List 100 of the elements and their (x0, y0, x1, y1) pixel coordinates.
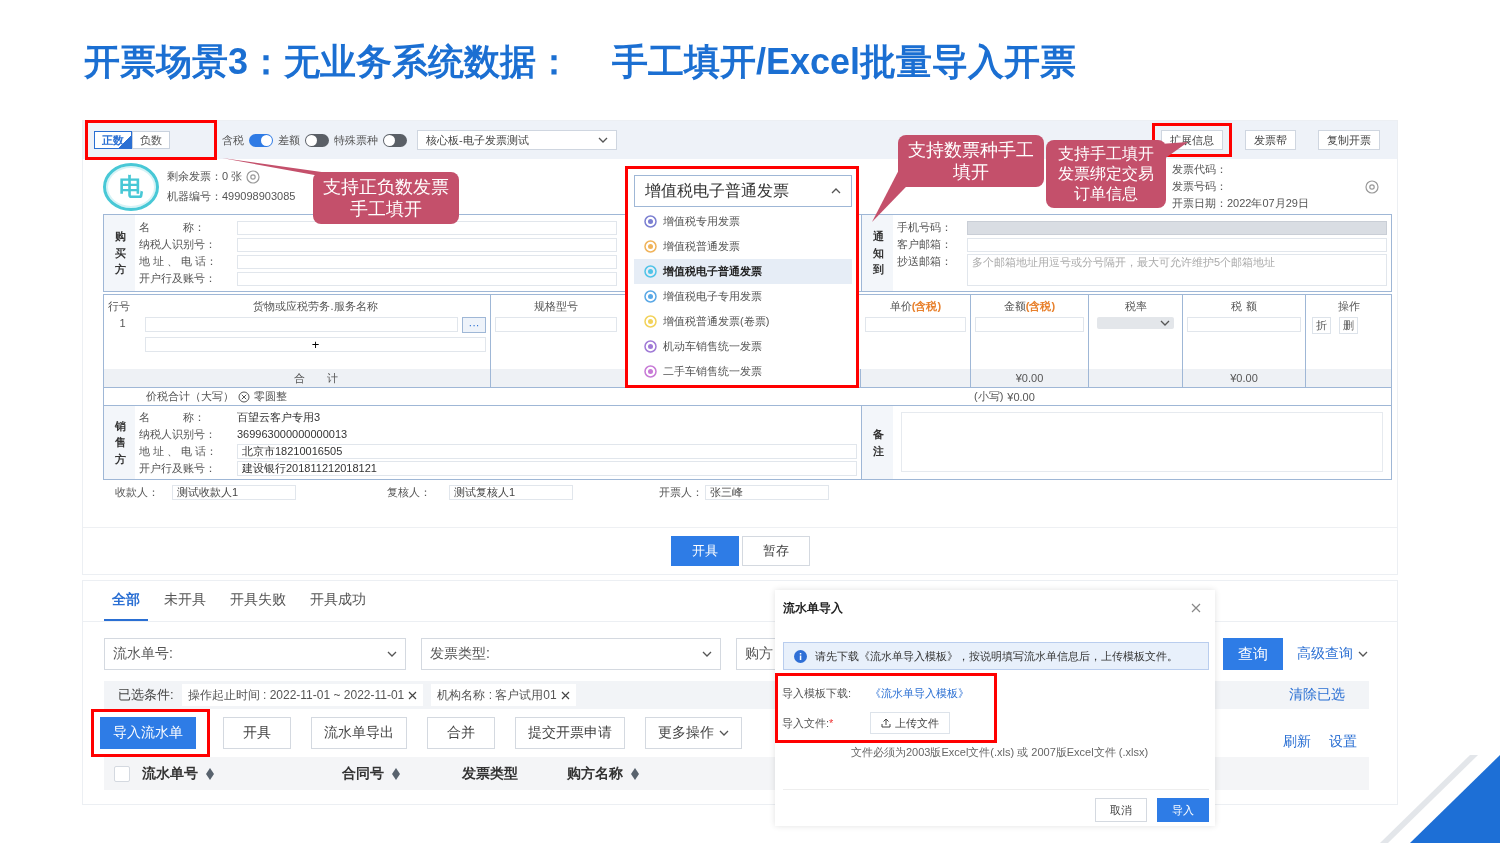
menu-item-label: 增值税电子普通发票 (663, 264, 762, 279)
toolbar-link[interactable]: 设置 (1329, 733, 1357, 751)
filter-select[interactable]: 流水单号: (104, 638, 406, 670)
text-field[interactable] (237, 271, 617, 286)
column-header: 流水单号 (142, 764, 198, 783)
field-label: 导入模板下载: (782, 685, 853, 701)
toolbar-button[interactable]: 发票帮 (1245, 130, 1296, 150)
toolbar-button[interactable]: 流水单导出 (311, 717, 407, 749)
more-button[interactable]: ··· (462, 317, 486, 333)
field-label: 开票人： (659, 485, 704, 500)
section-heading: 备注 (862, 406, 893, 479)
chevron-down-icon (598, 137, 608, 143)
toggle-switch[interactable] (305, 133, 329, 147)
remaining-count: 剩余发票：0 张 (167, 169, 243, 184)
menu-item-label: 增值税电子专用发票 (663, 289, 762, 304)
menu-item[interactable]: 增值税普通发票(卷票) (634, 309, 852, 334)
invoice-type-select[interactable]: 增值税电子普通发票 (634, 175, 852, 207)
toggle-switch[interactable] (249, 133, 273, 147)
tab[interactable]: 开具成功 (302, 581, 374, 621)
column-header: 货物或应税劳务.服务名称 (253, 298, 378, 314)
section-heading: 购买方 (104, 215, 135, 291)
text-field[interactable] (967, 237, 1387, 252)
toolbar-button[interactable]: 提交开票申请 (515, 717, 625, 749)
menu-item-label: 增值税专用发票 (663, 214, 740, 229)
toolbar-button[interactable]: 导入流水单 (100, 717, 196, 749)
tab[interactable]: 全部 (104, 581, 148, 621)
row-action-button[interactable]: 删 (1339, 317, 1358, 334)
upload-icon (881, 718, 891, 729)
column-header: 金额(含税) (1003, 298, 1056, 314)
menu-item[interactable]: 增值税专用发票 (634, 209, 852, 234)
column-header: 行号 (108, 298, 130, 314)
dialog-title: 流水单导入 (783, 599, 843, 617)
dialog-button[interactable]: 导入 (1157, 798, 1209, 822)
checkbox[interactable] (114, 765, 130, 782)
badge-circle: 电 (103, 162, 159, 211)
segment-tab[interactable]: 正数 (94, 131, 132, 149)
text-field[interactable] (865, 317, 966, 332)
clear-link[interactable]: 清除已选 (1289, 686, 1345, 704)
field-value: 百望云客户专用3 (237, 409, 321, 425)
invoice-meta: 发票号码： (1172, 179, 1228, 194)
upload-button[interactable]: 上传文件 (870, 712, 950, 735)
select-placeholder: 购方 (745, 645, 773, 663)
menu-item[interactable]: 增值税普通发票 (634, 234, 852, 259)
dialog-button[interactable]: 取消 (1095, 798, 1147, 822)
filter-chip[interactable]: 操作起止时间 : 2022-11-01 ~ 2022-11-01 (181, 684, 424, 706)
chevron-down-icon (387, 651, 397, 657)
switch-label: 特殊票种 (334, 132, 378, 148)
text-field[interactable] (237, 254, 617, 269)
circle-x-icon (238, 390, 250, 403)
field-label: 地 址 、 电 话： (139, 254, 219, 269)
org-select[interactable]: 核心板-电子发票测试 (417, 130, 617, 150)
toolbar-button[interactable]: 更多操作 (645, 717, 742, 749)
text-field[interactable] (237, 220, 617, 235)
search-button[interactable]: 查询 (1223, 638, 1283, 670)
tab[interactable]: 未开具 (156, 581, 214, 621)
action-button[interactable]: 暂存 (741, 536, 810, 566)
text-field[interactable]: 建设银行201811212018121 (237, 460, 857, 476)
text-field[interactable] (145, 317, 458, 332)
template-link[interactable]: 《流水单导入模板》 (870, 685, 969, 701)
advanced-search-link[interactable]: 高级查询 (1297, 645, 1371, 663)
field-label: 抄送邮箱： (897, 254, 953, 269)
menu-item[interactable]: 二手车销售统一发票 (634, 359, 852, 384)
text-area[interactable]: 多个邮箱地址用逗号或分号隔开，最大可允许维护5个邮箱地址 (967, 254, 1387, 286)
toolbar-link[interactable]: 刷新 (1283, 733, 1311, 751)
text-field[interactable] (237, 237, 617, 252)
menu-item-label: 二手车销售统一发票 (663, 364, 762, 379)
toolbar-button[interactable]: 合并 (427, 717, 495, 749)
text-field[interactable]: 测试收款人1 (172, 485, 296, 500)
filter-select[interactable]: 发票类型: (421, 638, 721, 670)
chevron-up-icon (831, 188, 841, 194)
text-field[interactable]: 测试复核人1 (449, 485, 573, 500)
eye-icon (246, 169, 261, 184)
text-field[interactable] (975, 317, 1084, 332)
filter-chip[interactable]: 机构名称 : 客户试用01 (431, 684, 576, 706)
chip-label: 机构名称 : 客户试用01 (437, 686, 557, 704)
toolbar-button[interactable]: 开具 (223, 717, 291, 749)
chevron-down-icon (702, 651, 712, 657)
tab[interactable]: 开具失败 (222, 581, 294, 621)
toggle-switch[interactable] (383, 133, 407, 147)
text-field[interactable]: 张三峰 (705, 485, 829, 500)
section-heading: 通知到 (862, 215, 893, 291)
segment-tab[interactable]: 负数 (132, 131, 170, 149)
text-field[interactable] (1187, 317, 1301, 332)
text-field[interactable] (495, 317, 617, 332)
action-button[interactable]: 开具 (670, 536, 739, 566)
column-header: 税率 (1124, 298, 1147, 314)
menu-item[interactable]: 增值税电子专用发票 (634, 284, 852, 309)
menu-item[interactable]: 机动车销售统一发票 (634, 334, 852, 359)
remark-area[interactable] (901, 412, 1383, 472)
slide-title: 开票场景3：无业务系统数据： 手工填开/Excel批量导入开票 (83, 40, 1078, 84)
menu-item[interactable]: 增值税电子普通发票 (634, 259, 852, 284)
text-field[interactable]: 北京市18210016505 (237, 443, 857, 459)
total-label: (小写) (974, 389, 1004, 404)
toolbar-button[interactable]: 复制开票 (1318, 130, 1380, 150)
row-action-button[interactable]: 折 (1312, 317, 1331, 334)
column-header: 发票类型 (462, 764, 518, 783)
tax-rate-select[interactable] (1097, 317, 1174, 329)
add-row-button[interactable]: + (145, 337, 486, 352)
select-placeholder: 发票类型: (430, 645, 490, 663)
field-value: 369963000000000013 (237, 428, 348, 440)
